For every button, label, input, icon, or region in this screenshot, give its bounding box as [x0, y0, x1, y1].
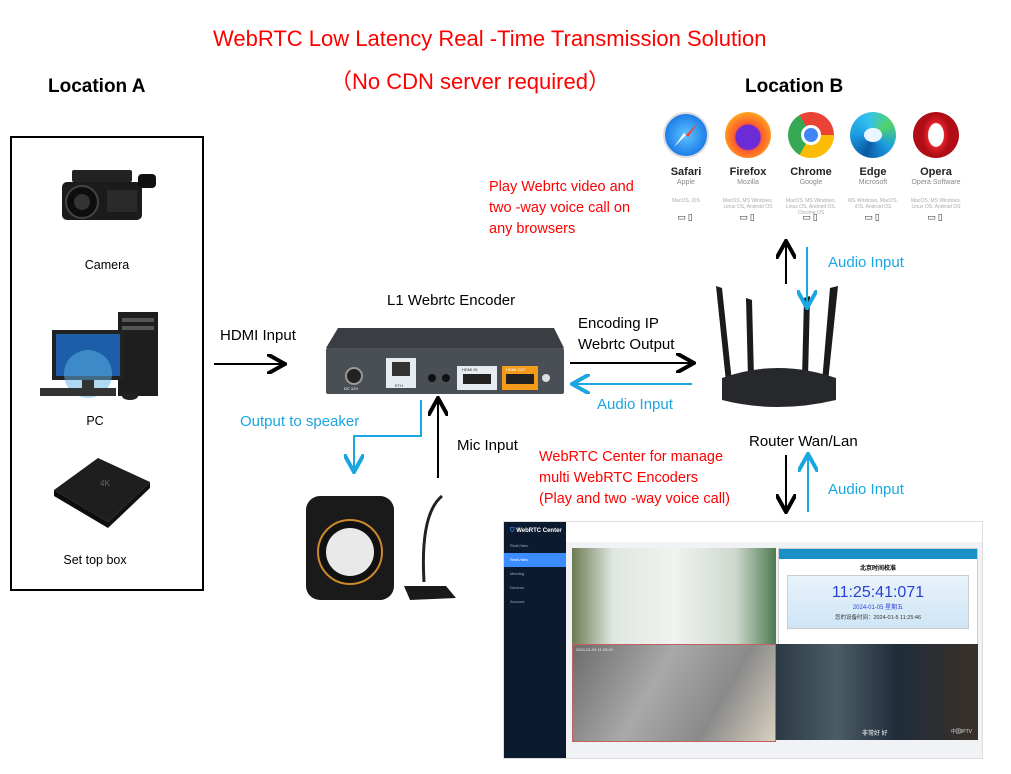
video-tile-clock[interactable]: 北京时间校准 11:25:41:071 2024-01-05 星期五 您的设备时…	[778, 548, 978, 650]
center-topbar	[566, 522, 982, 542]
center-brand: ⛉ WebRTC Center	[504, 522, 566, 539]
video-tile-tv[interactable]: 非常好 好 中国IPTV	[776, 644, 978, 740]
tv-subtitle: 非常好 好	[862, 731, 888, 737]
video-timestamp: 2024-01-05 11:25:40	[576, 647, 613, 652]
video-tile-window[interactable]	[572, 548, 776, 644]
clock-title: 北京时间校准	[859, 566, 896, 572]
menu-item-realvideo-sub[interactable]: RealVideo	[504, 553, 566, 567]
clock-date: 2024-01-05 星期五	[852, 605, 904, 611]
menu-item-devices[interactable]: Devices	[504, 581, 566, 595]
tv-channel-logo: 中国IPTV	[950, 729, 972, 735]
video-tile-person[interactable]: 2024-01-05 11:25:40	[572, 644, 776, 742]
center-sidebar: ⛉ WebRTC Center RealVideo RealVideo Meet…	[504, 522, 566, 758]
clock-device-time: 您的设备时间：2024-01-5 11:25:46	[834, 615, 922, 621]
menu-item-realvideo[interactable]: RealVideo	[504, 539, 566, 553]
clock-header	[779, 549, 977, 559]
center-brand-text: WebRTC Center	[516, 528, 562, 534]
shield-logo-icon: ⛉	[510, 528, 515, 534]
speaker-output-arrow	[354, 400, 422, 470]
webrtc-center-screenshot: ⛉ WebRTC Center RealVideo RealVideo Meet…	[503, 521, 983, 759]
menu-item-meeting[interactable]: Meeting	[504, 567, 566, 581]
clock-time: 11:25:41:071	[831, 584, 925, 601]
menu-item-account[interactable]: Account	[504, 595, 566, 609]
clock-box: 11:25:41:071 2024-01-05 星期五 您的设备时间：2024-…	[787, 575, 969, 629]
